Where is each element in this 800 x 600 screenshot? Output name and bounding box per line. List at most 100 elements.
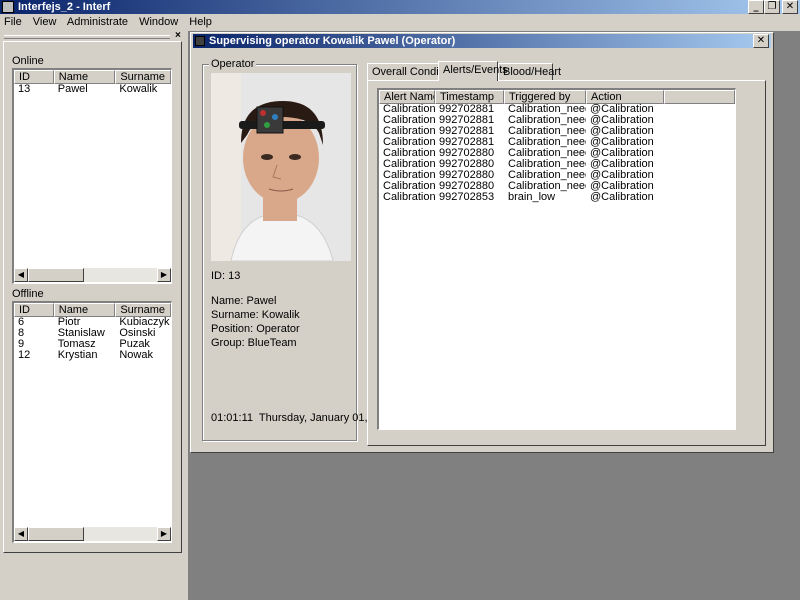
scroll-right-icon[interactable]: ▶: [157, 527, 171, 541]
cell-triggered-by: Calibration_need: [508, 104, 586, 115]
scroll-thumb[interactable]: [28, 527, 84, 541]
cell-surname: Osinski: [119, 328, 156, 339]
cell-timestamp: 992702880: [439, 181, 495, 192]
scroll-right-icon[interactable]: ▶: [157, 268, 171, 282]
operator-position: Position: Operator: [211, 323, 300, 335]
cell-alert-name: Calibration: [383, 159, 435, 170]
menu-view[interactable]: View: [33, 16, 57, 28]
menu-window[interactable]: Window: [139, 16, 178, 28]
cell-id: 12: [18, 350, 31, 361]
tab-overall-condition[interactable]: Overall Condition: [367, 63, 456, 81]
table-row[interactable]: Calibration 992702880 Calibration_need @Cal…: [379, 159, 735, 170]
cell-action: @Calibration: [590, 104, 654, 115]
alerts-rows: Calibration 992702881 Calibration_need @Cal…: [379, 104, 735, 203]
cell-triggered-by: brain_low: [508, 192, 556, 203]
menu-help[interactable]: Help: [189, 16, 212, 28]
list-item[interactable]: 8 Stanislaw Osinski: [14, 328, 171, 339]
cell-name: Pawel: [57, 84, 88, 95]
cell-action: @Calibration: [590, 192, 654, 203]
tab-alerts-events[interactable]: Alerts/Events: [438, 61, 508, 81]
operator-name: Name: Pawel: [211, 295, 277, 307]
cell-id: 9: [18, 339, 25, 350]
offline-hscrollbar[interactable]: ◀ ▶: [14, 527, 171, 541]
scroll-thumb[interactable]: [28, 268, 84, 282]
column-id[interactable]: ID: [14, 303, 54, 317]
scroll-left-icon[interactable]: ◀: [14, 268, 28, 282]
cell-triggered-by: Calibration_need: [508, 115, 586, 126]
operators-panel: × Online ID Name Surname 13 Pawel Kowali…: [0, 31, 187, 555]
column-surname[interactable]: Surname: [115, 70, 171, 84]
menu-file[interactable]: File: [4, 16, 22, 28]
column-triggered-by[interactable]: Triggered by: [504, 90, 586, 104]
column-name[interactable]: Name: [53, 303, 116, 317]
offline-list-header: ID Name Surname: [14, 303, 171, 317]
table-row[interactable]: Calibration 992702880 Calibration_need @Cal…: [379, 181, 735, 192]
app-titlebar[interactable]: Interfejs_2 - Interf _ ❐ ✕: [0, 0, 800, 14]
cell-timestamp: 992702880: [439, 159, 495, 170]
alerts-list[interactable]: Alert Name Timestamp Triggered by Action…: [377, 88, 736, 430]
close-button[interactable]: ✕: [753, 34, 769, 48]
cell-id: 13: [18, 84, 31, 95]
alerts-list-header: Alert Name Timestamp Triggered by Action: [379, 90, 735, 104]
app-title: Interfejs_2 - Interf: [18, 1, 111, 13]
close-button[interactable]: ✕: [782, 0, 798, 14]
column-surname[interactable]: Surname: [115, 303, 171, 317]
cell-triggered-by: Calibration_need: [508, 137, 586, 148]
column-name[interactable]: Name: [53, 70, 116, 84]
operator-window-title: Supervising operator Kowalik Pawel (Oper…: [209, 35, 456, 47]
table-row[interactable]: Calibration 992702853 brain_low @Calibratio…: [379, 192, 735, 203]
cell-triggered-by: Calibration_need: [508, 170, 586, 181]
cell-id: 6: [18, 317, 25, 328]
list-item[interactable]: 6 Piotr Kubiaczyk: [14, 317, 171, 328]
cell-name: Krystian: [57, 350, 98, 361]
operator-window: Supervising operator Kowalik Pawel (Oper…: [190, 32, 774, 453]
person-photo-icon: [211, 73, 351, 261]
cell-triggered-by: Calibration_need: [508, 148, 586, 159]
column-filler: [664, 90, 735, 104]
column-id[interactable]: ID: [14, 70, 54, 84]
cell-action: @Calibration: [590, 159, 654, 170]
table-row[interactable]: Calibration 992702880 Calibration_need @Cal…: [379, 170, 735, 181]
cell-surname: Nowak: [119, 350, 153, 361]
online-hscrollbar[interactable]: ◀ ▶: [14, 268, 171, 282]
online-list[interactable]: ID Name Surname 13 Pawel Kowalik ◀ ▶: [12, 68, 172, 284]
list-item[interactable]: 13 Pawel Kowalik: [14, 84, 171, 95]
minimize-button[interactable]: _: [748, 0, 764, 14]
list-item[interactable]: 9 Tomasz Puzak: [14, 339, 171, 350]
cell-alert-name: Calibration: [383, 192, 435, 203]
cell-triggered-by: Calibration_need: [508, 159, 586, 170]
column-action[interactable]: Action: [586, 90, 664, 104]
list-item[interactable]: 12 Krystian Nowak: [14, 350, 171, 361]
offline-label: Offline: [12, 288, 44, 300]
cell-alert-name: Calibration: [383, 181, 435, 192]
table-row[interactable]: Calibration 992702881 Calibration_need @Cal…: [379, 115, 735, 126]
cell-triggered-by: Calibration_need: [508, 126, 586, 137]
cell-timestamp: 992702881: [439, 115, 495, 126]
table-row[interactable]: Calibration 992702880 Calibration_need @Cal…: [379, 148, 735, 159]
column-alert-name[interactable]: Alert Name: [379, 90, 435, 104]
cell-surname: Kubiaczyk: [119, 317, 170, 328]
cell-action: @Calibration: [590, 148, 654, 159]
column-timestamp[interactable]: Timestamp: [435, 90, 504, 104]
cell-timestamp: 992702881: [439, 104, 495, 115]
table-row[interactable]: Calibration 992702881 Calibration_need @Cal…: [379, 104, 735, 115]
panel-gripper[interactable]: [4, 35, 170, 39]
offline-list[interactable]: ID Name Surname 6 Piotr Kubiaczyk 8 Stan…: [12, 301, 172, 543]
menu-administrate[interactable]: Administrate: [67, 16, 128, 28]
operator-window-titlebar[interactable]: Supervising operator Kowalik Pawel (Oper…: [193, 34, 771, 48]
cell-name: Tomasz: [57, 339, 96, 350]
scroll-left-icon[interactable]: ◀: [14, 527, 28, 541]
cell-alert-name: Calibration: [383, 137, 435, 148]
cell-surname: Kowalik: [119, 84, 158, 95]
cell-action: @Calibration: [590, 137, 654, 148]
cell-action: @Calibration: [590, 170, 654, 181]
cell-alert-name: Calibration: [383, 170, 435, 181]
menu-bar: File View Administrate Window Help: [0, 15, 800, 30]
table-row[interactable]: Calibration 992702881 Calibration_need @Cal…: [379, 126, 735, 137]
cell-name: Stanislaw: [57, 328, 105, 339]
table-row[interactable]: Calibration 992702881 Calibration_need @Cal…: [379, 137, 735, 148]
restore-button[interactable]: ❐: [764, 0, 780, 14]
panel-close-button[interactable]: ×: [175, 31, 185, 41]
online-label: Online: [12, 55, 44, 67]
window-icon: [195, 36, 205, 46]
